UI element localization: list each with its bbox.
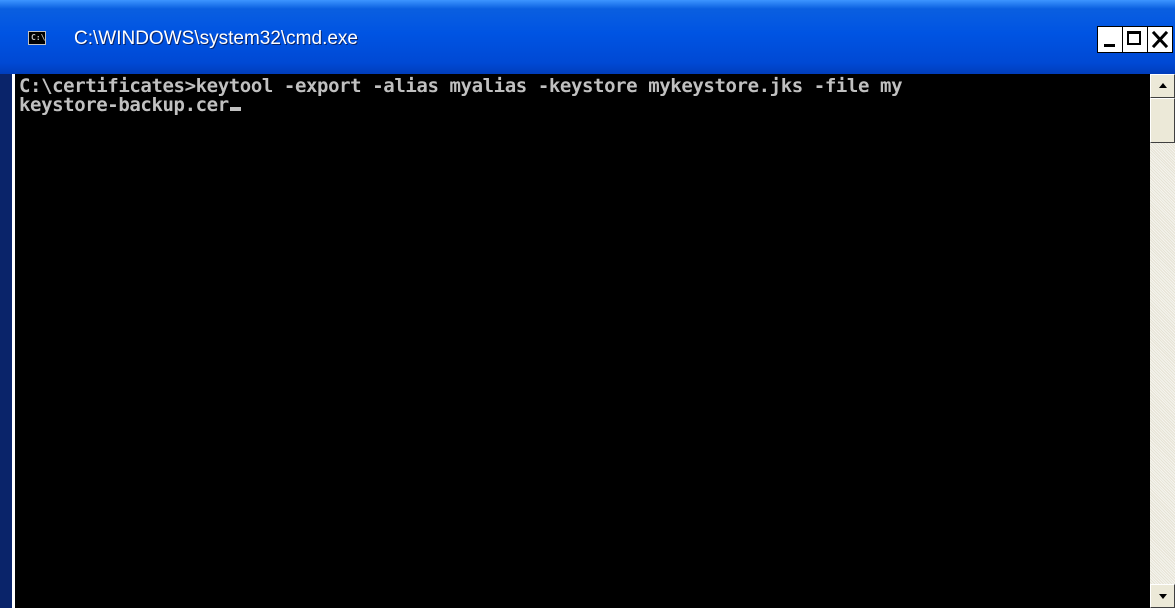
text-cursor bbox=[229, 107, 241, 111]
minimize-icon bbox=[1104, 44, 1115, 47]
scroll-down-button[interactable] bbox=[1150, 584, 1175, 608]
maximize-button[interactable] bbox=[1122, 26, 1148, 53]
cmd-window: C:\ C:\WINDOWS\system32\cmd.exe C:\certi… bbox=[0, 0, 1175, 608]
scroll-up-button[interactable] bbox=[1150, 74, 1175, 98]
window-client-area: C:\certificates>keytool -export -alias m… bbox=[12, 74, 1175, 608]
title-bar[interactable]: C:\ C:\WINDOWS\system32\cmd.exe bbox=[0, 0, 1175, 74]
minimize-button[interactable] bbox=[1097, 26, 1123, 53]
scroll-up-arrow-icon bbox=[1159, 83, 1167, 88]
console-icon[interactable]: C:\ bbox=[28, 31, 46, 45]
scroll-down-arrow-icon bbox=[1159, 594, 1167, 599]
maximize-icon bbox=[1127, 31, 1141, 45]
scroll-thumb[interactable] bbox=[1150, 98, 1175, 143]
console-text: C:\certificates>keytool -export -alias m… bbox=[19, 77, 903, 116]
console-line: keystore-backup.cer bbox=[19, 94, 229, 116]
close-icon bbox=[1151, 30, 1169, 49]
scroll-track[interactable] bbox=[1150, 143, 1175, 584]
window-title: C:\WINDOWS\system32\cmd.exe bbox=[74, 28, 358, 49]
close-button[interactable] bbox=[1147, 26, 1173, 53]
vertical-scrollbar[interactable] bbox=[1150, 74, 1175, 608]
console-output[interactable]: C:\certificates>keytool -export -alias m… bbox=[15, 74, 1150, 608]
